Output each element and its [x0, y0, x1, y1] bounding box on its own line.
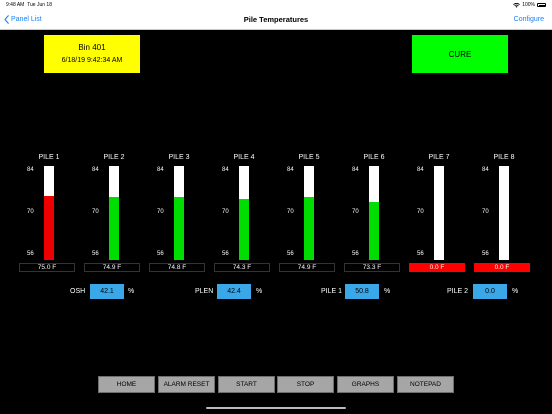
temperature-bar: [434, 166, 444, 260]
bin-info-box: Bin 401 6/18/19 9:42:34 AM: [44, 35, 140, 73]
param-label: OSH: [70, 288, 86, 295]
pile-gauge: PILE 1 84 70 56 75.0 F: [16, 152, 82, 274]
temperature-reading: 74.9 F: [279, 263, 335, 272]
battery-icon: [537, 3, 546, 7]
configure-button[interactable]: Configure: [514, 16, 544, 23]
notepad-button[interactable]: NOTEPAD: [397, 376, 454, 393]
param-value-field[interactable]: 42.4: [217, 284, 251, 299]
status-right: 100%: [513, 2, 546, 8]
temperature-bar: [44, 166, 54, 260]
bin-name: Bin 401: [78, 43, 106, 52]
home-indicator: [206, 407, 346, 409]
graphs-button[interactable]: GRAPHS: [337, 376, 394, 393]
stop-button[interactable]: STOP: [277, 376, 334, 393]
scale-tick-label: 84: [352, 167, 359, 173]
pile-gauge: PILE 3 84 70 56 74.8 F: [146, 152, 212, 274]
temperature-bar-fill: [239, 198, 249, 260]
temperature-bar-fill: [369, 201, 379, 260]
temperature-bar-fill: [304, 196, 314, 260]
scale-tick-label: 56: [92, 251, 99, 257]
mode-status-button[interactable]: CURE: [412, 35, 508, 73]
temperature-reading: 75.0 F: [19, 263, 75, 272]
scale-tick-label: 84: [92, 167, 99, 173]
scale-tick-label: 84: [27, 167, 34, 173]
param-label: PILE 1: [321, 288, 343, 295]
pile-gauge: PILE 2 84 70 56 74.9 F: [81, 152, 147, 274]
bin-datetime: 6/18/19 9:42:34 AM: [61, 57, 123, 64]
temperature-reading: 74.3 F: [214, 263, 270, 272]
scale-tick-label: 70: [287, 209, 294, 215]
start-button[interactable]: START: [218, 376, 275, 393]
pile-gauge: PILE 4 84 70 56 74.3 F: [211, 152, 277, 274]
temperature-bar: [499, 166, 509, 260]
scale-tick-label: 84: [157, 167, 164, 173]
param-value-field[interactable]: 42.1: [90, 284, 124, 299]
pile-label: PILE 5: [298, 154, 320, 161]
pile-label: PILE 8: [493, 154, 515, 161]
nav-bar: Panel List Pile Temperatures Configure: [0, 10, 552, 30]
pile-label: PILE 7: [428, 154, 450, 161]
temperature-reading: 74.9 F: [84, 263, 140, 272]
temperature-bar: [174, 166, 184, 260]
status-date: Tue Jun 18: [27, 2, 52, 8]
scale-tick-label: 56: [287, 251, 294, 257]
scale-tick-label: 56: [482, 251, 489, 257]
scale-tick-label: 70: [417, 209, 424, 215]
temperature-bar: [304, 166, 314, 260]
scale-tick-label: 56: [222, 251, 229, 257]
pile-label: PILE 2: [103, 154, 125, 161]
wifi-icon: [513, 2, 521, 8]
pile-label: PILE 1: [38, 154, 60, 161]
scale-tick-label: 56: [157, 251, 164, 257]
temperature-reading: 0.0 F: [474, 263, 530, 272]
scale-tick-label: 56: [417, 251, 424, 257]
temperature-reading: 74.8 F: [149, 263, 205, 272]
scale-tick-label: 70: [352, 209, 359, 215]
temperature-bar-fill: [44, 196, 54, 260]
page-title: Pile Temperatures: [243, 15, 309, 24]
scale-tick-label: 84: [417, 167, 424, 173]
scale-tick-label: 56: [27, 251, 34, 257]
temperature-bar: [239, 166, 249, 260]
scale-tick-label: 84: [287, 167, 294, 173]
home-button[interactable]: HOME: [98, 376, 155, 393]
status-time: 9:48 AM Tue Jun 18: [6, 2, 52, 8]
pile-gauge: PILE 8 84 70 56 0.0 F: [471, 152, 537, 274]
param-unit: %: [128, 288, 135, 295]
scale-tick-label: 84: [222, 167, 229, 173]
status-bar: 9:48 AM Tue Jun 18 100%: [0, 0, 552, 10]
battery-percent: 100%: [522, 2, 535, 8]
temperature-bar-fill: [174, 196, 184, 260]
pile-label: PILE 3: [168, 154, 190, 161]
scale-tick-label: 84: [482, 167, 489, 173]
status-clock: 9:48 AM: [6, 2, 25, 8]
scale-tick-label: 70: [222, 209, 229, 215]
param-unit: %: [512, 288, 519, 295]
scale-tick-label: 70: [92, 209, 99, 215]
param-unit: %: [256, 288, 263, 295]
pile-label: PILE 6: [363, 154, 385, 161]
temperature-reading: 73.3 F: [344, 263, 400, 272]
param-unit: %: [384, 288, 391, 295]
pile-label: PILE 4: [233, 154, 255, 161]
param-label: PLEN: [195, 288, 214, 295]
temperature-reading: 0.0 F: [409, 263, 465, 272]
pile-gauge: PILE 5 84 70 56 74.9 F: [276, 152, 342, 274]
param-label: PILE 2: [447, 288, 469, 295]
param-value-field[interactable]: 50.8: [345, 284, 379, 299]
temperature-bar-fill: [109, 196, 119, 260]
alarm-reset-button[interactable]: ALARM RESET: [158, 376, 215, 393]
temperature-bar: [109, 166, 119, 260]
pile-gauge: PILE 7 84 70 56 0.0 F: [406, 152, 472, 274]
scale-tick-label: 70: [157, 209, 164, 215]
temperature-bar: [369, 166, 379, 260]
pile-gauge: PILE 6 84 70 56 73.3 F: [341, 152, 407, 274]
param-value-field[interactable]: 0.0: [473, 284, 507, 299]
scale-tick-label: 70: [482, 209, 489, 215]
scale-tick-label: 56: [352, 251, 359, 257]
scale-tick-label: 70: [27, 209, 34, 215]
